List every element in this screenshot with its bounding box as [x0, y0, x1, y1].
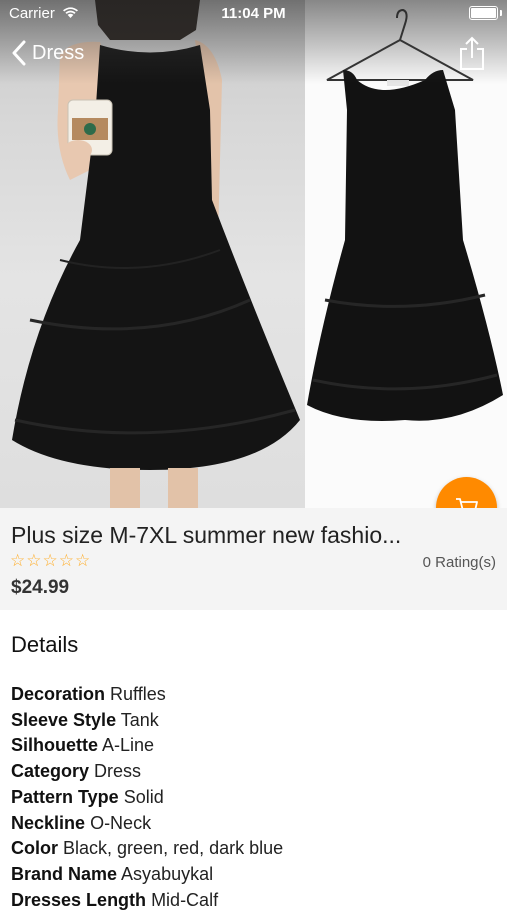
star-rating[interactable]: ☆ ☆ ☆ ☆ ☆: [10, 551, 91, 571]
product-price: $24.99: [11, 577, 70, 598]
spec-row: Neckline O-Neck: [11, 811, 501, 837]
spec-row: Sleeve Style Tank: [11, 708, 501, 734]
spec-key: Decoration: [11, 684, 106, 704]
star-icon: ☆: [58, 551, 74, 570]
star-icon: ☆: [42, 551, 58, 570]
spec-value: Black, green, red, dark blue: [63, 838, 284, 859]
clock: 11:04 PM: [221, 5, 286, 22]
chevron-left-icon: [12, 40, 26, 66]
spec-row: Category Dress: [11, 759, 501, 785]
spec-value: Asyabuykal: [121, 863, 214, 884]
status-bar: Carrier 11:04 PM: [0, 0, 507, 28]
spec-key: Silhouette: [11, 735, 99, 756]
spec-row: Brand Name Asyabuykal: [11, 862, 501, 888]
spec-key: Sleeve Style: [11, 709, 117, 730]
spec-row: Pattern Type Solid: [11, 785, 501, 811]
star-icon: ☆: [75, 551, 91, 570]
spec-value: Ruffles: [110, 684, 166, 704]
spec-row: Silhouette A-Line: [11, 733, 501, 759]
spec-key: Color: [11, 838, 58, 859]
spec-value: O-Neck: [90, 812, 152, 833]
spec-row: Dresses Length Mid-Calf: [11, 888, 501, 913]
back-label: Dress: [32, 41, 85, 64]
share-icon: [460, 36, 484, 70]
spec-value: A-Line: [102, 735, 155, 756]
battery-icon: [469, 6, 502, 20]
spec-key: Neckline: [11, 812, 86, 833]
product-summary: Plus size M-7XL summer new fashio... ☆ ☆…: [0, 508, 507, 610]
spec-row: Decoration Ruffles: [11, 682, 501, 708]
spec-value: Solid: [123, 786, 164, 807]
spec-key: Category: [11, 761, 90, 782]
rating-count[interactable]: 0 Rating(s): [423, 554, 496, 571]
share-button[interactable]: [459, 36, 485, 70]
star-icon: ☆: [10, 551, 26, 570]
product-title: Plus size M-7XL summer new fashio...: [11, 522, 402, 548]
spec-key: Brand Name: [11, 863, 118, 884]
spec-row: Color Black, green, red, dark blue: [11, 836, 501, 862]
spec-list: Decoration Ruffles Sleeve Style Tank Sil…: [11, 682, 501, 913]
details-heading: Details: [11, 632, 79, 657]
spec-key: Pattern Type: [11, 786, 119, 807]
back-button[interactable]: Dress: [12, 38, 84, 68]
star-icon: ☆: [26, 551, 42, 570]
spec-value: Tank: [120, 709, 159, 730]
spec-value: Dress: [94, 761, 142, 782]
